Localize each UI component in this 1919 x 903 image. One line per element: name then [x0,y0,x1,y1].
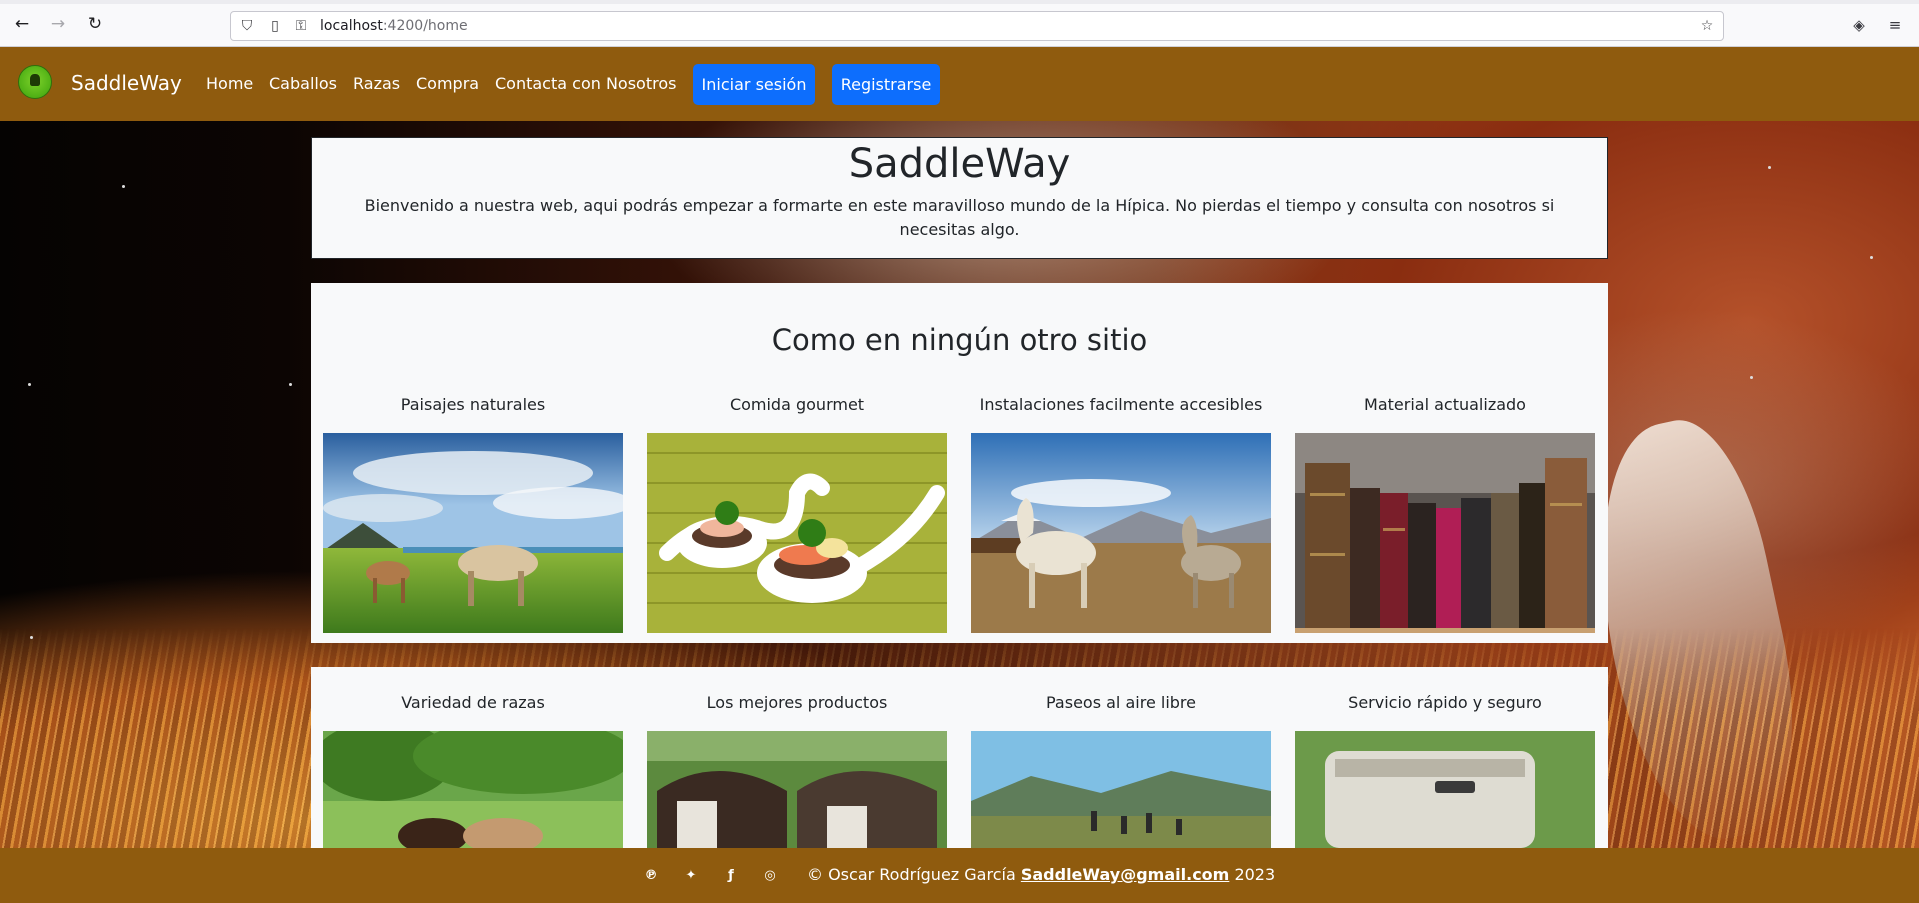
feature-title: Instalaciones facilmente accesibles [979,395,1263,414]
saddles-image [647,731,947,848]
page-icon[interactable]: ▯ [266,17,284,35]
email-link[interactable]: SaddleWay@gmail.com [1021,865,1230,884]
address-bar[interactable]: ⛉ ▯ ⚿ localhost:4200/home ☆ [230,11,1724,41]
features-panel-row2: Variedad de razas Los mejores productos … [311,667,1608,848]
section-title: Como en ningún otro sitio [771,323,1148,357]
pinterest-icon[interactable]: ℗ [642,867,660,885]
back-arrow-icon[interactable]: ← [12,14,32,34]
pocket-icon[interactable]: ◈ [1849,15,1869,35]
sparkle [1870,256,1873,259]
tab-strip-edge [0,0,1919,4]
feature-title: Material actualizado [1364,395,1526,414]
gourmet-food-image [647,433,947,633]
nav-link-contacto[interactable]: Contacta con Nosotros [495,74,676,93]
stable-horses-image [971,433,1271,633]
breeds-image [323,731,623,848]
url-text[interactable]: localhost:4200/home [320,18,468,34]
forward-arrow-icon[interactable]: → [48,14,68,34]
sparkle [289,383,292,386]
saddleway-logo[interactable] [18,65,52,99]
nav-link-caballos[interactable]: Caballos [269,74,337,93]
site-footer: ℗ ✦ ƒ ◎ © Oscar Rodríguez García SaddleW… [0,848,1919,903]
register-button[interactable]: Registrarse [832,64,940,105]
key-icon[interactable]: ⚿ [292,17,310,35]
feature-title: Comida gourmet [729,395,865,414]
sparkle [28,383,31,386]
horse-trailer-image [1295,731,1595,848]
reload-icon[interactable]: ↻ [85,14,105,34]
facebook-icon[interactable]: ƒ [722,867,740,885]
site-navbar: SaddleWay Home Caballos Razas Compra Con… [0,47,1919,121]
features-panel: Como en ningún otro sitio Paisajes natur… [311,283,1608,643]
feature-title: Paseos al aire libre [1046,693,1196,712]
landscape-horses-image [323,433,623,633]
sparkle [1750,376,1753,379]
copyright-year: 2023 [1234,865,1276,884]
copyright-text: © Oscar Rodríguez García [807,865,1016,884]
shield-icon[interactable]: ⛉ [238,17,256,35]
outdoor-ride-image [971,731,1271,848]
nav-link-razas[interactable]: Razas [353,74,400,93]
sparkle [122,185,125,188]
twitter-icon[interactable]: ✦ [682,867,700,885]
sparkle [30,636,33,639]
footer-copyright: © Oscar Rodríguez García SaddleWay@gmail… [807,865,1275,884]
feature-title: Paisajes naturales [400,395,546,414]
welcome-card: SaddleWay Bienvenido a nuestra web, aqui… [311,137,1608,259]
welcome-text: Bienvenido a nuestra web, aqui podrás em… [364,196,1555,239]
feature-title: Variedad de razas [401,693,545,712]
nav-link-home[interactable]: Home [206,74,253,93]
feature-title: Los mejores productos [706,693,888,712]
sparkle [1768,166,1771,169]
nav-link-compra[interactable]: Compra [416,74,479,93]
brand-link[interactable]: SaddleWay [71,71,182,95]
menu-icon[interactable]: ≡ [1885,15,1905,35]
browser-toolbar: ← → ↻ ⛉ ▯ ⚿ localhost:4200/home ☆ ◈ ≡ [0,0,1919,47]
welcome-title: SaddleWay [848,141,1071,187]
old-books-image [1295,433,1595,633]
login-button[interactable]: Iniciar sesión [693,64,815,105]
feature-title: Servicio rápido y seguro [1348,693,1542,712]
bookmark-star-icon[interactable]: ☆ [1698,17,1716,35]
instagram-icon[interactable]: ◎ [761,867,779,885]
